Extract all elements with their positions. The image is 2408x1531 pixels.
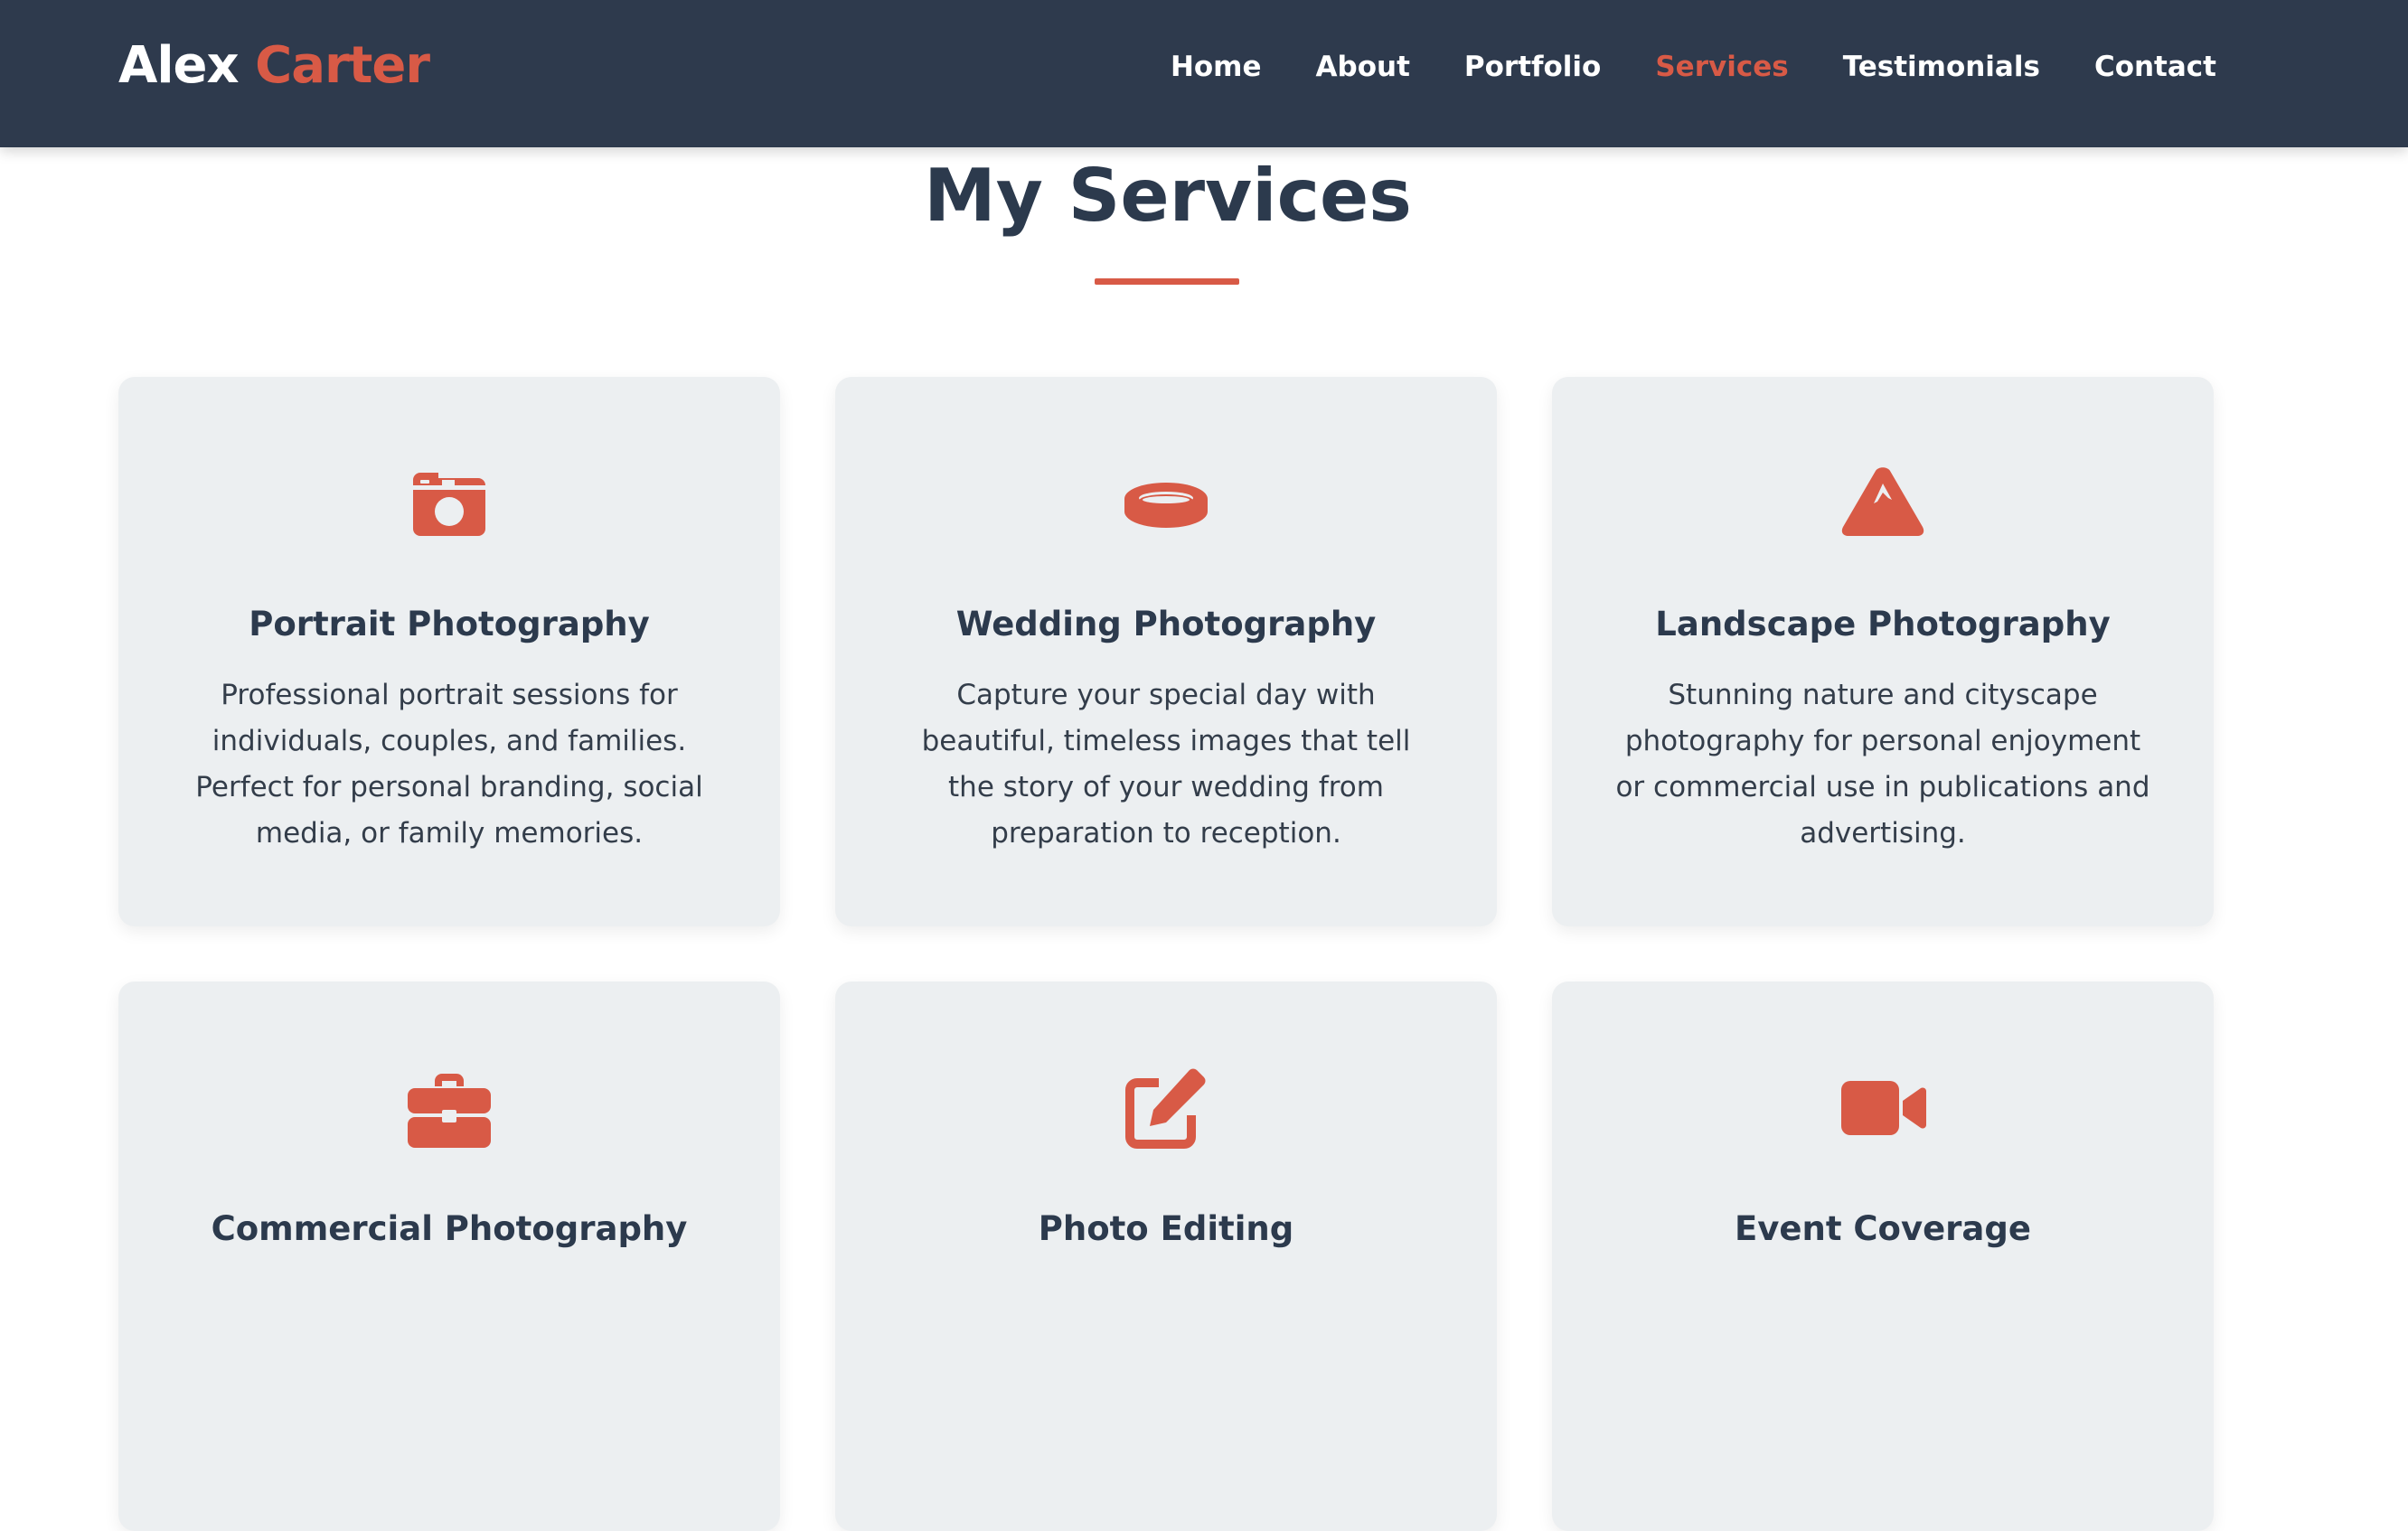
service-title: Wedding Photography: [955, 605, 1377, 643]
service-card-portrait[interactable]: Portrait Photography Professional portra…: [118, 377, 780, 926]
video-icon: [1841, 1081, 1926, 1135]
service-title: Photo Editing: [1038, 1209, 1294, 1248]
service-description: Professional portrait sessions for indiv…: [195, 679, 703, 850]
edit-icon: [1125, 1068, 1206, 1149]
site-logo[interactable]: Alex Carter: [118, 36, 430, 95]
service-card-landscape[interactable]: Landscape Photography Stunning nature an…: [1552, 377, 2214, 926]
nav-link-testimonials[interactable]: Testimonials: [1843, 51, 2040, 83]
service-title: Event Coverage: [1735, 1209, 2031, 1248]
services-grid: Portrait Photography Professional portra…: [118, 377, 2215, 1531]
service-description: Stunning nature and cityscape photograph…: [1615, 679, 2150, 850]
nav-link-home[interactable]: Home: [1171, 51, 1262, 83]
briefcase-icon: [408, 1074, 491, 1148]
service-title: Landscape Photography: [1655, 605, 2111, 643]
service-card-wedding[interactable]: Wedding Photography Capture your special…: [835, 377, 1497, 926]
service-card-event[interactable]: Event Coverage: [1552, 982, 2214, 1531]
logo-first-name: Alex: [118, 36, 240, 95]
title-underline: [1095, 278, 1239, 285]
nav-link-services[interactable]: Services: [1655, 51, 1788, 83]
main-nav: Home About Portfolio Services Testimonia…: [1171, 51, 2216, 83]
nav-link-portfolio[interactable]: Portfolio: [1464, 51, 1601, 83]
service-card-editing[interactable]: Photo Editing: [835, 982, 1497, 1531]
ring-icon: [1124, 483, 1208, 528]
camera-icon: [413, 473, 485, 536]
logo-last-name: Carter: [255, 36, 430, 95]
nav-link-contact[interactable]: Contact: [2094, 51, 2216, 83]
service-title: Portrait Photography: [249, 605, 650, 643]
section-title: My Services: [924, 154, 1412, 238]
service-title: Commercial Photography: [211, 1209, 688, 1248]
mountain-icon: [1841, 467, 1924, 536]
site-header: Alex Carter Home About Portfolio Service…: [0, 0, 2408, 147]
service-card-commercial[interactable]: Commercial Photography: [118, 982, 780, 1531]
service-description: Capture your special day with beautiful,…: [921, 679, 1411, 850]
nav-link-about[interactable]: About: [1316, 51, 1410, 83]
